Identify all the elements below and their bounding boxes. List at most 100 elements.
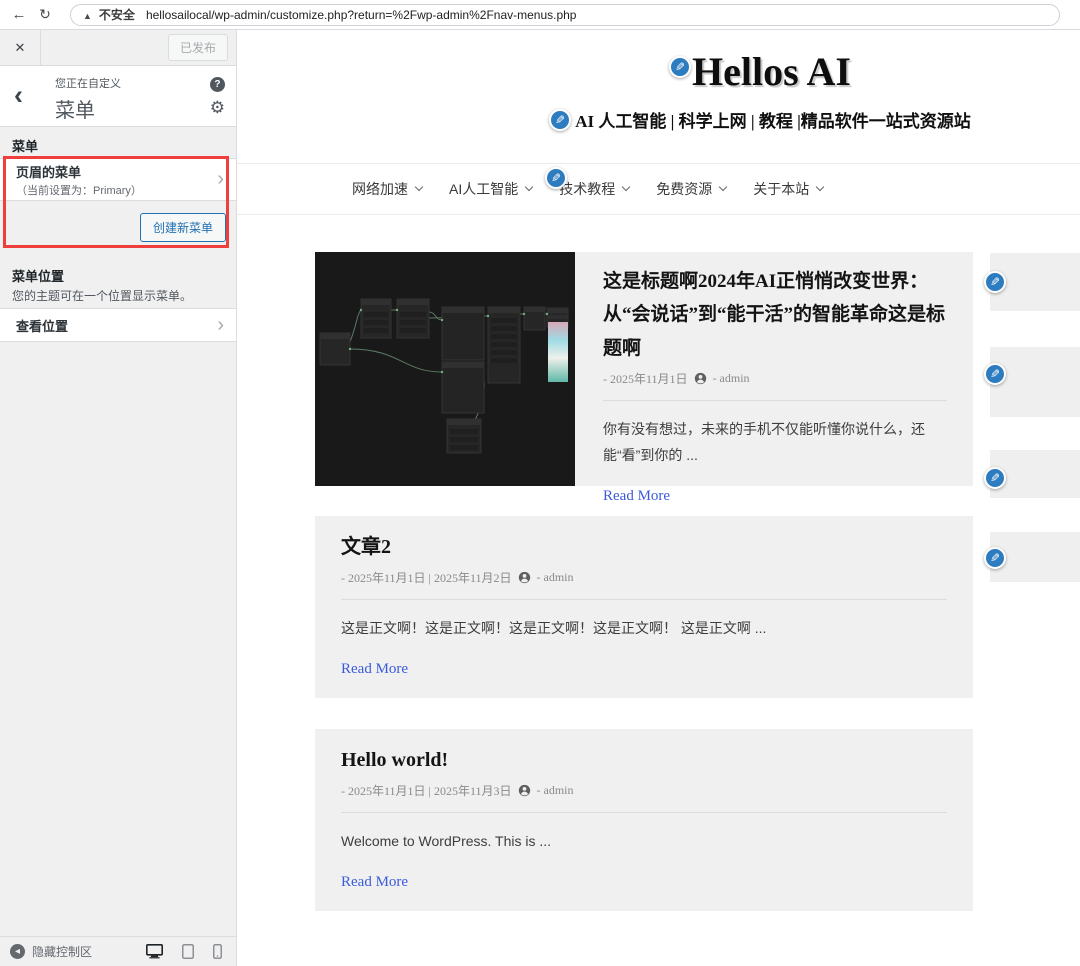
back-icon[interactable] [14,82,23,109]
header-menu-title: 页眉的菜单 [16,164,82,180]
author-icon [518,571,531,584]
post-card: 文章2 - 2025年11月1日 | 2025年11月2日 - admin 这是… [315,516,973,698]
menu-locations-title: 菜单位置 [12,269,65,284]
mobile-icon [213,944,222,959]
nav-item-free-resources[interactable]: 免费资源 [656,179,728,199]
sidebar-widget-placeholder [990,347,1080,417]
post-body: 这是标题啊2024年AI正悄悄改变世界：从“会说话”到“能干活”的智能革命这是标… [575,252,973,504]
edit-site-title-button[interactable] [669,56,692,78]
view-locations-label: 查看位置 [16,318,69,334]
site-nav: 网络加速 AI人工智能 技术教程 免费资源 关于本站 [237,163,1080,215]
panel-header-text: 您正在自定义 菜单 [55,75,121,123]
close-customizer-button[interactable] [0,30,41,65]
view-locations-row[interactable]: 查看位置 [0,308,236,342]
edit-widget-button[interactable] [984,547,1006,569]
gear-icon[interactable] [210,99,225,116]
address-bar[interactable]: 不安全 hellosailocal/wp-admin/customize.php… [70,3,1060,26]
preview-desktop-button[interactable] [146,944,163,959]
tagline-row: AI 人工智能 | 科学上网 | 教程 |精品软件一站式资源站 [315,107,1080,132]
collapse-icon[interactable] [10,944,25,959]
post-list: 这是标题啊2024年AI正悄悄改变世界：从“会说话”到“能干活”的智能革命这是标… [315,252,973,942]
meta-divider [341,599,947,600]
tablet-icon [182,944,194,959]
post-title-link[interactable]: Hello world! [341,747,947,773]
nav-item-label: 网络加速 [352,181,408,197]
edit-widget-button[interactable] [984,363,1006,385]
nav-items: 网络加速 AI人工智能 技术教程 免费资源 关于本站 [352,164,825,214]
post-excerpt: 你有没有想过，未来的手机不仅能听懂你说什么，还能“看”到你的 ... [603,420,925,464]
read-more-link[interactable]: Read More [603,488,670,505]
comfyui-workflow-image [315,252,575,486]
meta-divider [341,812,947,813]
edit-widget-button[interactable] [984,271,1006,293]
customizer-sidebar: 已发布 您正在自定义 菜单 菜单 页眉的菜单 （当前设置为：Primary） 创… [0,30,237,966]
chevron-down-icon [718,182,728,191]
collapse-label: 隐藏控制区 [32,945,93,959]
customizer-footer: 隐藏控制区 [0,936,236,966]
post-title-link[interactable]: 这是标题啊2024年AI正悄悄改变世界：从“会说话”到“能干活”的智能革命这是标… [603,265,947,365]
help-icon[interactable] [209,77,225,92]
post-card: 这是标题啊2024年AI正悄悄改变世界：从“会说话”到“能干活”的智能革命这是标… [315,252,973,504]
publish-button[interactable]: 已发布 [167,34,228,61]
post-author: - admin [536,783,574,797]
chevron-right-icon [217,314,224,337]
header-menu-item[interactable]: 页眉的菜单 （当前设置为：Primary） [0,158,236,201]
chevron-down-icon [524,182,534,191]
nav-item-about[interactable]: 关于本站 [753,179,825,199]
site-title-row: Hellos AI [315,50,1080,94]
post-date: - 2025年11月1日 [603,371,688,386]
author-icon [518,784,531,797]
security-label: 不安全 [98,8,135,22]
nav-item-label: 技术教程 [559,181,616,197]
panel-header-icons [209,77,225,116]
panel-title: 菜单 [55,100,95,122]
screen: 不安全 hellosailocal/wp-admin/customize.php… [0,0,1080,966]
site-header: Hellos AI AI 人工智能 | 科学上网 | 教程 |精品软件一站式资源… [315,30,1080,132]
nav-item-ai[interactable]: AI人工智能 [449,179,534,199]
browser-back-button[interactable] [8,6,30,24]
post-date: - 2025年11月1日 | 2025年11月3日 [341,784,512,798]
preview-tablet-button[interactable] [182,944,194,959]
post-card: Hello world! - 2025年11月1日 | 2025年11月3日 -… [315,729,973,911]
post-excerpt: 这是正文啊！这是正文啊！这是正文啊！这是正文啊！ 这是正文啊 ... [341,620,767,636]
nav-item-network-acceleration[interactable]: 网络加速 [352,179,424,199]
nav-item-tutorials[interactable]: 技术教程 [559,179,631,199]
desktop-icon [146,944,163,959]
header-menu-subtitle: （当前设置为：Primary） [16,184,142,197]
nav-item-label: 免费资源 [656,181,713,197]
post-meta: - 2025年11月1日 | 2025年11月3日 - admin [341,782,947,799]
chevron-right-icon [217,168,224,191]
create-menu-button[interactable]: 创建新菜单 [139,213,226,242]
nav-item-label: 关于本站 [753,181,810,197]
edit-widget-button[interactable] [984,467,1006,489]
chevron-down-icon [621,182,631,191]
edit-tagline-button[interactable] [549,108,572,131]
nav-item-label: AI人工智能 [449,181,519,197]
post-author: - admin [712,370,750,385]
site-tagline: AI 人工智能 | 科学上网 | 教程 |精品软件一站式资源站 [575,112,971,131]
post-excerpt: Welcome to WordPress. This is ... [341,833,552,849]
browser-refresh-button[interactable] [34,6,56,24]
header-menu-text: 页眉的菜单 （当前设置为：Primary） [16,162,142,198]
device-preview-buttons [146,944,222,959]
insecure-warning-icon [83,6,92,24]
customizer-panel-header: 您正在自定义 菜单 [0,66,236,127]
post-meta: - 2025年11月1日 | 2025年11月2日 - admin [341,569,947,586]
menus-section-label: 菜单 [12,139,39,154]
close-icon [15,40,26,56]
post-title-link[interactable]: 文章2 [341,534,947,560]
customizer-topbar: 已发布 [0,30,236,66]
read-more-link[interactable]: Read More [341,661,408,678]
post-featured-image[interactable] [315,252,575,486]
site-preview: Hellos AI AI 人工智能 | 科学上网 | 教程 |精品软件一站式资源… [237,30,1080,966]
author-icon [694,372,707,385]
post-author: - admin [536,570,574,584]
preview-mobile-button[interactable] [213,944,222,959]
site-title: Hellos AI [692,49,851,94]
post-date: - 2025年11月1日 | 2025年11月2日 [341,571,512,585]
meta-divider [603,399,947,401]
read-more-link[interactable]: Read More [341,874,408,891]
menu-locations-description: 您的主题可在一个位置显示菜单。 [12,289,193,303]
chevron-down-icon [414,182,424,191]
edit-menu-button[interactable] [545,167,567,189]
